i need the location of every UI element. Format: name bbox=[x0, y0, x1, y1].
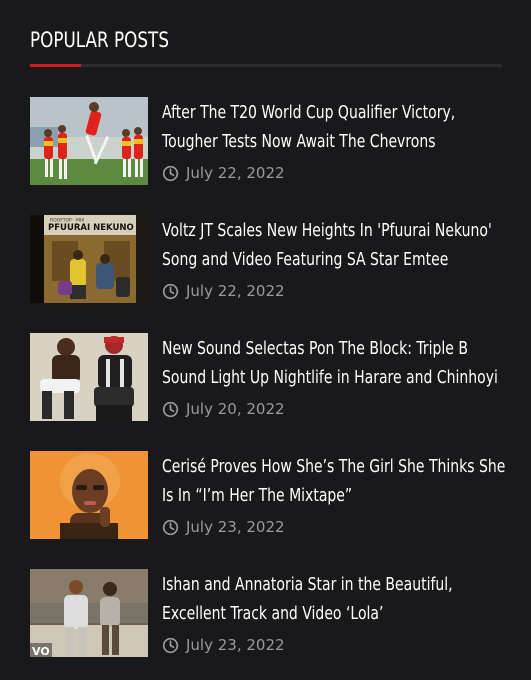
post-title-line: Ishan and Annatoria Star in the Beautifu… bbox=[162, 575, 453, 595]
title-divider bbox=[30, 64, 502, 67]
music-video-still-icon: ROOFTOP · MIX PFUURAI NEKUNO bbox=[30, 215, 148, 303]
post-title-link[interactable]: Ishan and Annatoria Star in the Beautifu… bbox=[162, 571, 506, 629]
post-date: July 23, 2022 bbox=[186, 636, 285, 654]
post-date: July 20, 2022 bbox=[186, 400, 285, 418]
post-title-link[interactable]: New Sound Selectas Pon The Block: Triple… bbox=[162, 335, 506, 393]
post-thumbnail[interactable] bbox=[30, 333, 148, 421]
post-title-line: After The T20 World Cup Qualifier Victor… bbox=[162, 103, 456, 123]
post-thumbnail[interactable] bbox=[30, 451, 148, 539]
thumbnail-caption: VO bbox=[32, 645, 50, 657]
post-title-line: Sound Light Up Nightlife in Harare and C… bbox=[162, 368, 498, 388]
post-thumbnail[interactable]: ROOFTOP · MIX PFUURAI NEKUNO bbox=[30, 215, 148, 303]
post-date: July 22, 2022 bbox=[186, 282, 285, 300]
popular-post-item[interactable]: VO Ishan and Annatoria Star in the Beaut… bbox=[30, 569, 502, 657]
widget-title: POPULAR POSTS bbox=[30, 28, 169, 52]
post-date: July 22, 2022 bbox=[186, 164, 285, 182]
post-title-link[interactable]: Voltz JT Scales New Heights In 'Pfuurai … bbox=[162, 217, 506, 275]
music-video-still-icon: VO bbox=[30, 569, 148, 657]
post-date-meta: July 23, 2022 bbox=[162, 635, 285, 655]
clock-icon bbox=[162, 283, 179, 299]
post-title-line: Excellent Track and Video ‘Lola’ bbox=[162, 604, 384, 624]
post-thumbnail[interactable]: VO bbox=[30, 569, 148, 657]
post-title-link[interactable]: After The T20 World Cup Qualifier Victor… bbox=[162, 99, 506, 157]
post-date-meta: July 23, 2022 bbox=[162, 517, 285, 537]
popular-post-item[interactable]: New Sound Selectas Pon The Block: Triple… bbox=[30, 333, 502, 421]
post-title-line: New Sound Selectas Pon The Block: Triple… bbox=[162, 339, 468, 359]
cricket-team-photo-icon bbox=[30, 97, 148, 185]
artists-photo-icon bbox=[30, 333, 148, 421]
post-thumbnail[interactable] bbox=[30, 97, 148, 185]
post-date-meta: July 22, 2022 bbox=[162, 281, 285, 301]
post-title-link[interactable]: Cerisé Proves How She’s The Girl She Thi… bbox=[162, 453, 506, 511]
post-title-line: Is In “I’m Her The Mixtape” bbox=[162, 486, 353, 506]
clock-icon bbox=[162, 637, 179, 653]
thumbnail-caption: PFUURAI NEKUNO bbox=[48, 223, 134, 233]
popular-post-item[interactable]: Cerisé Proves How She’s The Girl She Thi… bbox=[30, 451, 505, 539]
post-title-line: Voltz JT Scales New Heights In 'Pfuurai … bbox=[162, 221, 492, 241]
artist-portrait-icon bbox=[30, 451, 148, 539]
popular-post-item[interactable]: After The T20 World Cup Qualifier Victor… bbox=[30, 97, 502, 185]
post-title-line: Tougher Tests Now Await The Chevrons bbox=[162, 132, 436, 152]
post-date-meta: July 20, 2022 bbox=[162, 399, 285, 419]
clock-icon bbox=[162, 401, 179, 417]
post-title-line: Cerisé Proves How She’s The Girl She Thi… bbox=[162, 457, 506, 477]
title-accent-bar bbox=[30, 64, 81, 67]
popular-post-item[interactable]: ROOFTOP · MIX PFUURAI NEKUNO Voltz JT Sc… bbox=[30, 215, 502, 303]
clock-icon bbox=[162, 519, 179, 535]
clock-icon bbox=[162, 165, 179, 181]
post-title-line: Song and Video Featuring SA Star Emtee bbox=[162, 250, 449, 270]
post-date-meta: July 22, 2022 bbox=[162, 163, 285, 183]
post-date: July 23, 2022 bbox=[186, 518, 285, 536]
